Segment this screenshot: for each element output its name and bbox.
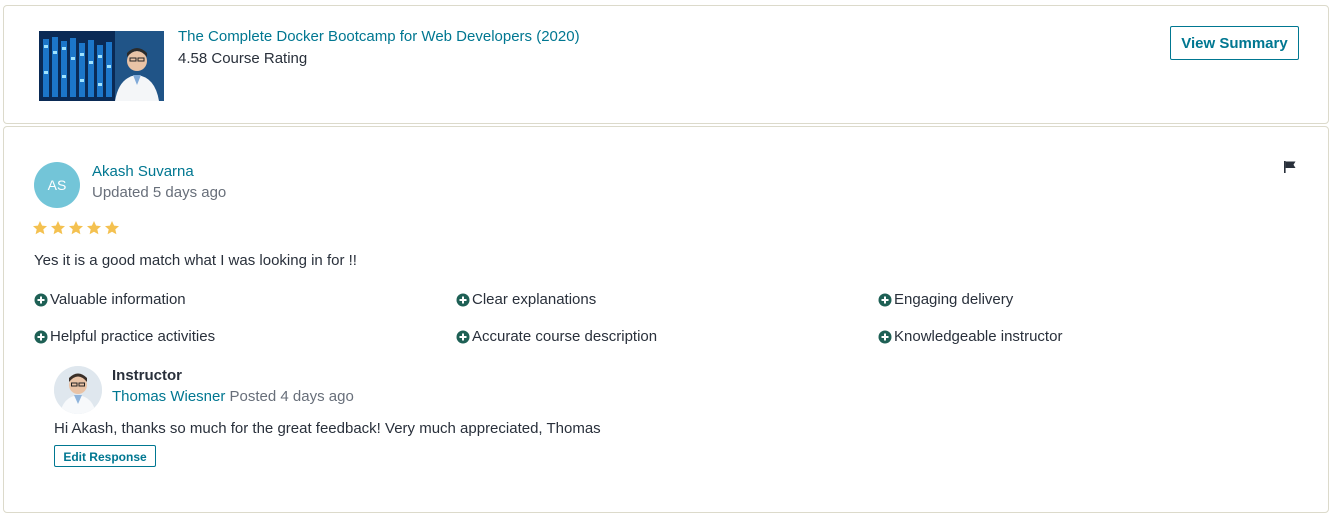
tag-knowledgeable-instructor: Knowledgeable instructor (878, 328, 1062, 345)
view-summary-button[interactable]: View Summary (1170, 26, 1299, 60)
course-thumbnail[interactable] (39, 31, 164, 101)
instructor-avatar (54, 366, 102, 414)
review-text: Yes it is a good match what I was lookin… (34, 252, 357, 269)
tag-label: Valuable information (50, 291, 186, 308)
flag-icon[interactable] (1282, 159, 1298, 175)
tag-label: Knowledgeable instructor (894, 328, 1063, 345)
tag-accurate-course-description: Accurate course description (456, 328, 657, 345)
instructor-label: Instructor (112, 367, 183, 384)
tag-engaging-delivery: Engaging delivery (878, 291, 1013, 308)
tag-label: Helpful practice activities (50, 328, 216, 345)
star-icon (87, 221, 101, 235)
star-icon (105, 221, 119, 235)
course-rating: 4.58 Course Rating (178, 50, 308, 67)
star-icon (69, 221, 83, 235)
tag-label: Accurate course description (472, 328, 658, 345)
reviewer-avatar: AS (34, 162, 80, 208)
response-text: Hi Akash, thanks so much for the great f… (54, 420, 601, 437)
plus-circle-icon (456, 330, 470, 344)
tag-label: Clear explanations (472, 291, 597, 308)
star-icon (33, 221, 47, 235)
edit-response-button[interactable]: Edit Response (54, 445, 156, 467)
tag-helpful-practice-activities: Helpful practice activities (34, 328, 215, 345)
plus-circle-icon (34, 330, 48, 344)
plus-circle-icon (34, 293, 48, 307)
tag-clear-explanations: Clear explanations (456, 291, 596, 308)
course-title-link[interactable]: The Complete Docker Bootcamp for Web Dev… (178, 28, 580, 45)
course-thumbnail-image (39, 31, 164, 101)
plus-circle-icon (878, 330, 892, 344)
star-rating (32, 220, 120, 236)
star-icon (51, 221, 65, 235)
course-card: The Complete Docker Bootcamp for Web Dev… (3, 5, 1329, 124)
plus-circle-icon (456, 293, 470, 307)
reviewer-name-link[interactable]: Akash Suvarna (92, 163, 194, 180)
instructor-name-link[interactable]: Thomas Wiesner (112, 388, 225, 405)
review-card: AS Akash Suvarna Updated 5 days ago Yes … (3, 126, 1329, 513)
tag-label: Engaging delivery (894, 291, 1014, 308)
response-posted-time: Posted 4 days ago (229, 388, 354, 405)
instructor-meta: Thomas Wiesner Posted 4 days ago (112, 388, 354, 405)
plus-circle-icon (878, 293, 892, 307)
tag-valuable-information: Valuable information (34, 291, 186, 308)
review-updated-time: Updated 5 days ago (92, 184, 227, 201)
